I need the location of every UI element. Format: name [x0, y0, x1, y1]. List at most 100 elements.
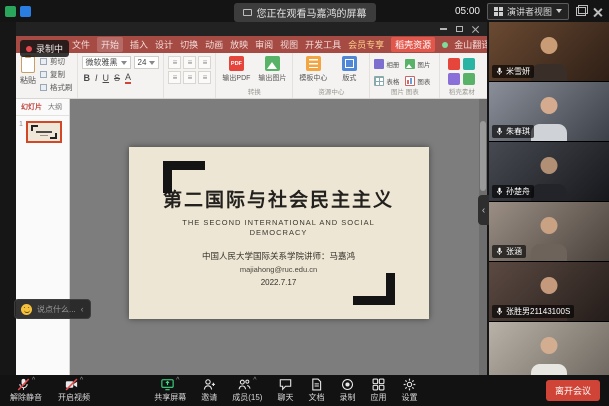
participant-name-badge: 孙楚舟 — [492, 185, 534, 198]
maximize-icon[interactable] — [456, 26, 463, 32]
participant-video[interactable]: 张胜男21143100S — [489, 262, 609, 321]
italic-button[interactable]: I — [95, 73, 98, 83]
menu-tab-insert[interactable]: 插入 — [130, 38, 148, 51]
share-screen-button[interactable]: ^ 共享屏幕 — [154, 378, 186, 403]
font-size-select[interactable]: 24 — [134, 56, 160, 69]
underline-button[interactable]: U — [103, 73, 110, 83]
topbar-right: 05:00 演讲者视图 — [455, 3, 609, 20]
pdf-icon: PDF — [229, 56, 244, 71]
start-video-button[interactable]: ^ 开启视频 — [58, 378, 90, 403]
format-painter-icon — [40, 84, 47, 91]
menu-tab-file[interactable]: 文件 — [72, 38, 90, 51]
caret-up-icon[interactable]: ^ — [253, 378, 256, 384]
cut-button[interactable]: 剪切 — [40, 56, 73, 67]
minimize-icon[interactable] — [440, 28, 447, 30]
chat-input-placeholder[interactable]: 说点什么... — [37, 304, 76, 315]
chat-collapse-icon[interactable]: ‹ — [81, 304, 84, 314]
caret-up-icon[interactable]: ^ — [176, 378, 179, 384]
close-icon[interactable] — [593, 7, 602, 16]
tab-outline[interactable]: 大纲 — [48, 102, 62, 112]
picture-button[interactable]: 图片 — [405, 56, 435, 72]
watching-text: 您正在观看马嘉鸿的屏幕 — [257, 5, 367, 20]
recording-label: 录制中 — [36, 42, 63, 55]
bold-button[interactable]: B — [84, 73, 91, 83]
blue-app-icon[interactable] — [20, 6, 31, 17]
view-mode-button[interactable]: 演讲者视图 — [487, 3, 569, 20]
current-slide[interactable]: 第二国际与社会民主主义 THE SECOND INTERNATIONAL AND… — [129, 147, 429, 319]
participant-video[interactable]: 张涵 — [489, 202, 609, 261]
album-button[interactable]: 相册 — [374, 56, 404, 72]
convert-group-caption: 转换 — [220, 89, 288, 97]
menu-tab-design[interactable]: 设计 — [155, 38, 173, 51]
vertical-scrollbar[interactable] — [479, 99, 487, 375]
sidebar-collapse-handle[interactable]: ‹ — [478, 195, 489, 225]
docs-button[interactable]: 文档 — [308, 378, 324, 403]
emoji-icon[interactable] — [21, 304, 32, 315]
export-pdf-button[interactable]: PDF 输出PDF — [220, 56, 252, 83]
slide-date: 2022.7.17 — [261, 278, 297, 287]
menu-tab-view[interactable]: 视图 — [280, 38, 298, 51]
apps-grid-icon — [372, 378, 385, 391]
participant-video[interactable]: 米雪妍 — [489, 22, 609, 81]
record-button[interactable]: 录制 — [339, 378, 355, 403]
slide-thumbnail[interactable] — [26, 121, 62, 143]
line-spacing-icon[interactable]: ≡ — [198, 71, 211, 84]
paste-button[interactable]: 粘贴 — [20, 56, 36, 86]
chart-button[interactable]: 图表 — [405, 73, 435, 89]
menu-tab-devtools[interactable]: 开发工具 — [305, 38, 341, 51]
participant-video[interactable]: 孙楚舟 — [489, 142, 609, 201]
menu-tab-home[interactable]: 开始 — [97, 37, 123, 52]
number-list-icon[interactable]: ≡ — [183, 71, 196, 84]
image-export-icon — [265, 56, 280, 71]
layout-grid-icon — [494, 7, 503, 16]
copy-button[interactable]: 复制 — [40, 69, 73, 80]
green-app-icon[interactable] — [5, 6, 16, 17]
docer-material-icon[interactable] — [448, 58, 460, 70]
unmute-button[interactable]: ^ 解除静音 — [10, 378, 42, 403]
settings-button[interactable]: 设置 — [401, 378, 417, 403]
menu-tab-transition[interactable]: 切换 — [180, 38, 198, 51]
chat-icon — [279, 378, 292, 391]
format-painter-button[interactable]: 格式刷 — [40, 82, 73, 93]
table-button[interactable]: 表格 — [374, 73, 404, 89]
chat-button[interactable]: 聊天 — [277, 378, 293, 403]
quick-chat-bar[interactable]: 说点什么... ‹ — [14, 299, 91, 319]
smart-graphic-icon[interactable] — [463, 73, 475, 85]
menu-tab-vip[interactable]: 会员专享 — [348, 38, 384, 51]
layout-button[interactable]: 版式 — [333, 56, 365, 83]
translate-button[interactable]: 金山翻译 — [454, 38, 487, 51]
participant-video[interactable]: 朱春琪 — [489, 82, 609, 141]
font-name-select[interactable]: 微软雅黑 — [82, 56, 131, 69]
align-left-icon[interactable]: ≡ — [168, 56, 181, 69]
font-color-button[interactable]: A — [125, 72, 131, 84]
document-icon — [310, 378, 323, 391]
menu-tab-animation[interactable]: 动画 — [205, 38, 223, 51]
caret-up-icon[interactable]: ^ — [32, 378, 35, 384]
leave-meeting-button[interactable]: 离开会议 — [546, 380, 600, 401]
menu-tab-review[interactable]: 审阅 — [255, 38, 273, 51]
caret-up-icon[interactable]: ^ — [80, 378, 83, 384]
close-window-icon[interactable] — [472, 26, 479, 33]
invite-button[interactable]: 邀请 — [201, 378, 217, 403]
scrollbar-thumb[interactable] — [480, 121, 486, 191]
icon-library-icon[interactable] — [463, 58, 475, 70]
record-dot-icon — [26, 46, 32, 52]
tab-slides[interactable]: 幻灯片 — [21, 102, 42, 112]
align-center-icon[interactable]: ≡ — [183, 56, 196, 69]
strikethrough-button[interactable]: S — [114, 73, 120, 83]
bullet-list-icon[interactable]: ≡ — [168, 71, 181, 84]
menu-tab-slideshow[interactable]: 放映 — [230, 38, 248, 51]
background-library-icon[interactable] — [448, 73, 460, 85]
restore-window-icon[interactable] — [576, 7, 586, 16]
align-right-icon[interactable]: ≡ — [198, 56, 211, 69]
slide-canvas[interactable]: 第二国际与社会民主主义 THE SECOND INTERNATIONAL AND… — [70, 99, 487, 375]
template-center-button[interactable]: 模板中心 — [297, 56, 329, 83]
insert-group: 相册 图片 表格 图表 图片 图表 — [370, 53, 440, 98]
export-image-button[interactable]: 输出图片 — [256, 56, 288, 83]
apps-button[interactable]: 应用 — [370, 378, 386, 403]
participant-video[interactable] — [489, 322, 609, 375]
mic-icon — [496, 187, 503, 196]
members-button[interactable]: ^ 成员(15) — [232, 378, 262, 403]
menu-tab-docer[interactable]: 稻壳资源 — [391, 37, 435, 52]
gear-icon — [403, 378, 416, 391]
